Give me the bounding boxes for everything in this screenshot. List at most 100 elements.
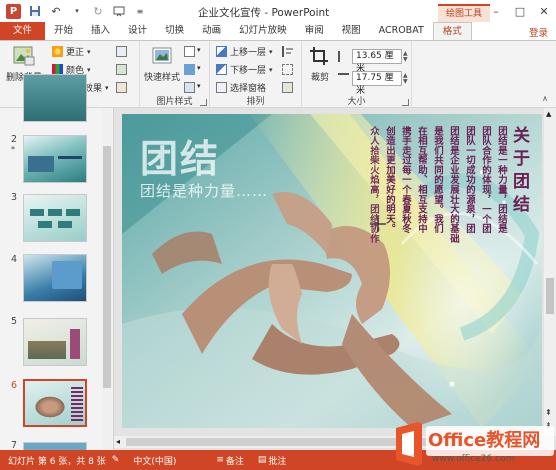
slide-counter: 幻灯片 第 6 张，共 8 张	[8, 456, 106, 467]
thumbnail-number-2: 2	[11, 134, 18, 145]
slide-body-column[interactable]: 团结是企业发展壮大的基础	[448, 126, 459, 243]
selection-pane-icon	[216, 82, 227, 93]
tab-animations[interactable]: 动画	[193, 22, 230, 40]
customize-qat-icon[interactable]: ≡	[133, 4, 147, 18]
tab-format[interactable]: 格式	[432, 22, 472, 40]
group-objects-icon[interactable]	[282, 64, 293, 75]
slide-body-column[interactable]: 是我们共同的愿望。我们	[432, 126, 443, 234]
vertical-scroll-thumb[interactable]	[546, 278, 554, 314]
slide-thumbnail-3[interactable]	[23, 194, 87, 242]
slide-heading[interactable]: 关于团结	[507, 126, 532, 218]
close-button[interactable]: ✕	[532, 0, 556, 22]
thumbnails-scroll-thumb[interactable]	[103, 146, 111, 388]
tab-transitions[interactable]: 切换	[156, 22, 193, 40]
tab-insert[interactable]: 插入	[82, 22, 119, 40]
rotate-icon[interactable]	[282, 82, 293, 93]
redo-icon[interactable]: ↻	[91, 4, 105, 18]
slide-body-column[interactable]: 众人拾柴火焰高，团结协作	[368, 126, 379, 243]
tab-slideshow[interactable]: 幻灯片放映	[230, 22, 296, 40]
scroll-left-icon[interactable]: ◂	[116, 437, 120, 446]
slide-body-column[interactable]: 在相互帮助、相互支持中	[416, 126, 427, 234]
watermark: Office教程网 www.office26.com	[388, 418, 556, 470]
tab-file[interactable]: 文件	[0, 22, 46, 40]
group-picture-styles: 快速样式 ▾ ▾ ▾ 图片样式	[140, 41, 210, 109]
tab-review[interactable]: 审阅	[296, 22, 333, 40]
picture-layout-icon[interactable]	[184, 82, 195, 93]
proofing-icon[interactable]: ✎	[112, 455, 120, 465]
slide-thumbnail-5[interactable]	[23, 318, 87, 366]
slide-vertical-scrollbar[interactable]: ▲ ⇞ ⇟	[544, 108, 556, 436]
crop-button[interactable]: 裁剪	[308, 45, 332, 83]
login-link[interactable]: 登录	[529, 25, 548, 39]
compress-pictures-icon[interactable]	[116, 46, 127, 57]
slide-thumbnail-1[interactable]	[23, 74, 87, 122]
start-slideshow-icon[interactable]	[112, 4, 126, 18]
height-icon	[338, 51, 349, 62]
selection-pane-button[interactable]: 选择窗格	[216, 81, 266, 94]
picture-styles-launcher-icon[interactable]	[200, 99, 207, 106]
picture-border-dropdown-icon[interactable]: ▾	[197, 46, 201, 54]
undo-icon[interactable]: ↶	[49, 4, 63, 18]
slide-subtitle[interactable]: 团结是种力量……	[140, 180, 268, 201]
save-icon[interactable]	[28, 4, 42, 18]
crop-icon	[310, 47, 328, 65]
align-icon[interactable]	[282, 46, 293, 57]
thumbnails-scrollbar[interactable]	[102, 108, 112, 450]
change-picture-icon[interactable]	[116, 64, 127, 75]
slide-body-column[interactable]: 团队一切成功的源泉，团	[464, 126, 475, 234]
height-spinner-icon[interactable]: ▲ ▼	[403, 49, 412, 64]
collapse-ribbon-icon[interactable]: ∧	[542, 94, 548, 103]
watermark-brand: Office教程网	[428, 430, 541, 451]
drawing-tools-context-tab: 绘图工具	[438, 4, 490, 22]
watermark-url: www.office26.com	[432, 454, 515, 464]
scroll-up-icon[interactable]: ▲	[546, 110, 551, 118]
dropdown-icon[interactable]: ▾	[70, 4, 84, 18]
corrections-icon	[52, 46, 63, 57]
bring-forward-button[interactable]: 上移一层 ▾	[216, 45, 273, 58]
picture-effects-icon[interactable]	[184, 64, 195, 75]
slide-title[interactable]: 团结	[140, 128, 220, 183]
width-spinner-icon[interactable]: ▲ ▼	[403, 71, 412, 86]
group-picture-styles-label: 图片样式	[156, 97, 193, 107]
send-backward-icon	[216, 64, 227, 75]
picture-effects-dropdown-icon[interactable]: ▾	[197, 64, 201, 72]
slide-body-column[interactable]: 团队合作的体现，一个团	[480, 126, 491, 234]
height-field[interactable]: 13.65 厘米 ▲ ▼	[352, 49, 412, 74]
size-launcher-icon[interactable]	[402, 99, 409, 106]
group-size-label: 大小	[347, 97, 366, 107]
current-slide[interactable]: 团结 团结是种力量…… 关于团结 团结是一种力量，团结是 团队合作的体现，一个团…	[122, 114, 542, 428]
reset-picture-icon[interactable]	[116, 82, 127, 93]
tab-view[interactable]: 视图	[333, 22, 370, 40]
language-indicator[interactable]: 中文(中国)	[133, 454, 176, 467]
slide-body-column[interactable]: 创造出更加美好的明天。	[384, 126, 395, 234]
slide-thumbnail-2[interactable]	[23, 135, 87, 183]
send-backward-button[interactable]: 下移一层 ▾	[216, 63, 273, 76]
tab-acrobat[interactable]: ACROBAT	[370, 22, 433, 40]
window-title: 企业文化宣传 - PowerPoint	[198, 7, 330, 19]
tab-design[interactable]: 设计	[119, 22, 156, 40]
width-value[interactable]: 17.75 厘米	[352, 71, 402, 96]
notes-button[interactable]: 备注	[226, 454, 244, 467]
animation-marker: *	[11, 145, 15, 154]
slide-thumbnail-6[interactable]	[23, 379, 87, 427]
tab-home[interactable]: 开始	[45, 22, 82, 40]
picture-layout-dropdown-icon[interactable]: ▾	[197, 82, 201, 90]
height-value[interactable]: 13.65 厘米	[352, 49, 402, 74]
comments-button[interactable]: 批注	[268, 454, 286, 467]
comments-icon[interactable]: ▤	[258, 455, 267, 465]
slide-body-column[interactable]: 团结是一种力量，团结是	[496, 126, 507, 234]
restore-button[interactable]: □	[508, 0, 532, 22]
prev-slide-icon[interactable]: ⇞	[545, 408, 552, 417]
slide-thumbnail-7[interactable]	[23, 442, 87, 450]
picture-border-icon[interactable]	[184, 46, 195, 57]
width-field[interactable]: 17.75 厘米 ▲ ▼	[352, 71, 412, 96]
ribbon-tabs: 文件 开始 插入 设计 切换 动画 幻灯片放映 审阅 视图 ACROBAT 格式…	[0, 22, 556, 40]
quick-styles-button[interactable]: 快速样式	[144, 45, 180, 83]
thumbnail-number-3: 3	[11, 192, 18, 203]
notes-icon[interactable]: ≡	[216, 455, 224, 465]
width-icon	[338, 73, 349, 84]
group-size: 裁剪 13.65 厘米 ▲ ▼ 17.75 厘米 ▲ ▼ 大小	[302, 41, 412, 109]
corrections-button[interactable]: 更正 ▾	[52, 45, 91, 58]
slide-body-column[interactable]: 携手走过每一个春夏秋冬	[400, 126, 411, 234]
slide-thumbnail-4[interactable]	[23, 254, 87, 302]
